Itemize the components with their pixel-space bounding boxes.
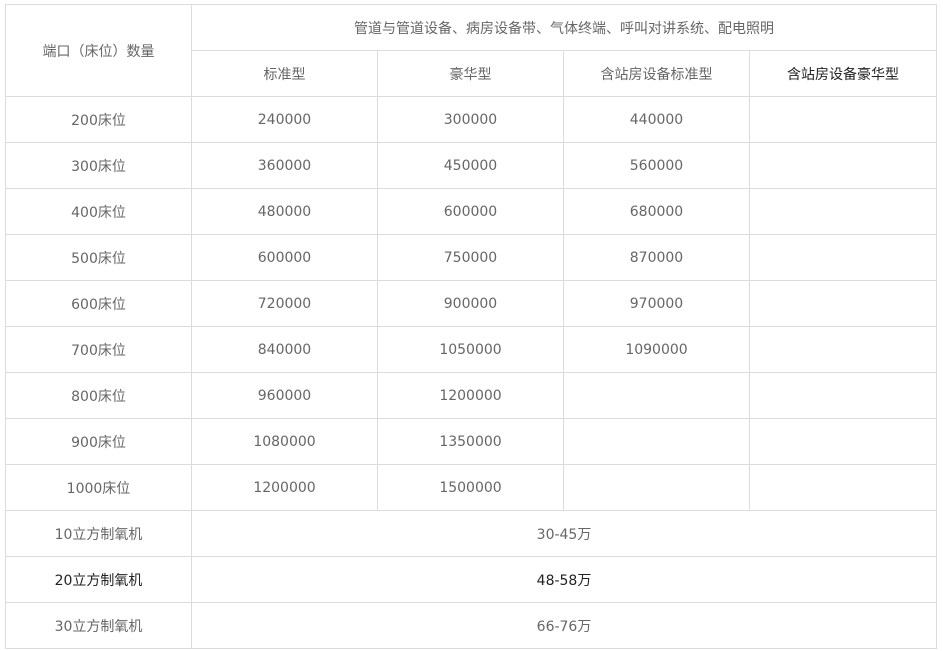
table-row: 300床位 360000 450000 560000 [5,142,937,189]
cell-standard: 240000 [191,96,378,143]
cell-station-standard [563,464,750,511]
cell-standard: 840000 [191,326,378,373]
row-label: 600床位 [5,280,192,327]
row-label: 300床位 [5,142,192,189]
cell-station-standard: 1090000 [563,326,750,373]
header-row-group: 端口（床位）数量 管道与管道设备、病房设备带、气体终端、呼叫对讲系统、配电照明 [5,4,937,97]
table-row: 500床位 600000 750000 870000 [5,234,937,281]
header-col-luxury: 豪华型 [377,50,564,97]
cell-station-luxury [749,372,937,419]
cell-station-standard: 870000 [563,234,750,281]
header-col-station-luxury: 含站房设备豪华型 [749,50,937,97]
header-col-station-standard: 含站房设备标准型 [563,50,750,97]
cell-luxury: 450000 [377,142,564,189]
cell-standard: 960000 [191,372,378,419]
oxygen-label: 30立方制氧机 [5,602,192,649]
cell-station-luxury [749,280,937,327]
cell-standard: 360000 [191,142,378,189]
cell-luxury: 750000 [377,234,564,281]
cell-station-standard: 680000 [563,188,750,235]
table-row: 800床位 960000 1200000 [5,372,937,419]
oxygen-price: 30-45万 [191,510,937,557]
table-row: 600床位 720000 900000 970000 [5,280,937,327]
cell-standard: 1200000 [191,464,378,511]
row-label: 700床位 [5,326,192,373]
cell-station-luxury [749,464,937,511]
cell-luxury: 600000 [377,188,564,235]
cell-luxury: 900000 [377,280,564,327]
oxygen-row: 30立方制氧机 66-76万 [5,602,937,649]
cell-station-luxury [749,326,937,373]
row-label: 200床位 [5,96,192,143]
cell-station-luxury [749,234,937,281]
cell-station-standard: 440000 [563,96,750,143]
oxygen-row: 20立方制氧机 48-58万 [5,556,937,603]
oxygen-price: 66-76万 [191,602,937,649]
row-label: 500床位 [5,234,192,281]
price-table: 端口（床位）数量 管道与管道设备、病房设备带、气体终端、呼叫对讲系统、配电照明 … [5,4,937,649]
table-row: 200床位 240000 300000 440000 [5,96,937,143]
oxygen-label: 20立方制氧机 [5,556,192,603]
row-label: 800床位 [5,372,192,419]
cell-luxury: 300000 [377,96,564,143]
table-row: 900床位 1080000 1350000 [5,418,937,465]
cell-luxury: 1200000 [377,372,564,419]
header-col-standard: 标准型 [191,50,378,97]
cell-luxury: 1350000 [377,418,564,465]
cell-station-standard: 970000 [563,280,750,327]
table-row: 400床位 480000 600000 680000 [5,188,937,235]
header-group-label: 管道与管道设备、病房设备带、气体终端、呼叫对讲系统、配电照明 [191,4,937,51]
oxygen-price: 48-58万 [191,556,937,603]
cell-station-luxury [749,418,937,465]
header-port-label: 端口（床位）数量 [5,4,192,97]
oxygen-label: 10立方制氧机 [5,510,192,557]
cell-luxury: 1500000 [377,464,564,511]
row-label: 900床位 [5,418,192,465]
cell-luxury: 1050000 [377,326,564,373]
oxygen-row: 10立方制氧机 30-45万 [5,510,937,557]
price-table-container: 端口（床位）数量 管道与管道设备、病房设备带、气体终端、呼叫对讲系统、配电照明 … [5,4,937,649]
table-row: 700床位 840000 1050000 1090000 [5,326,937,373]
cell-station-luxury [749,142,937,189]
row-label: 1000床位 [5,464,192,511]
cell-standard: 1080000 [191,418,378,465]
cell-station-standard [563,372,750,419]
cell-station-standard: 560000 [563,142,750,189]
cell-standard: 600000 [191,234,378,281]
cell-standard: 720000 [191,280,378,327]
table-row: 1000床位 1200000 1500000 [5,464,937,511]
cell-station-luxury [749,96,937,143]
cell-standard: 480000 [191,188,378,235]
cell-station-standard [563,418,750,465]
row-label: 400床位 [5,188,192,235]
cell-station-luxury [749,188,937,235]
